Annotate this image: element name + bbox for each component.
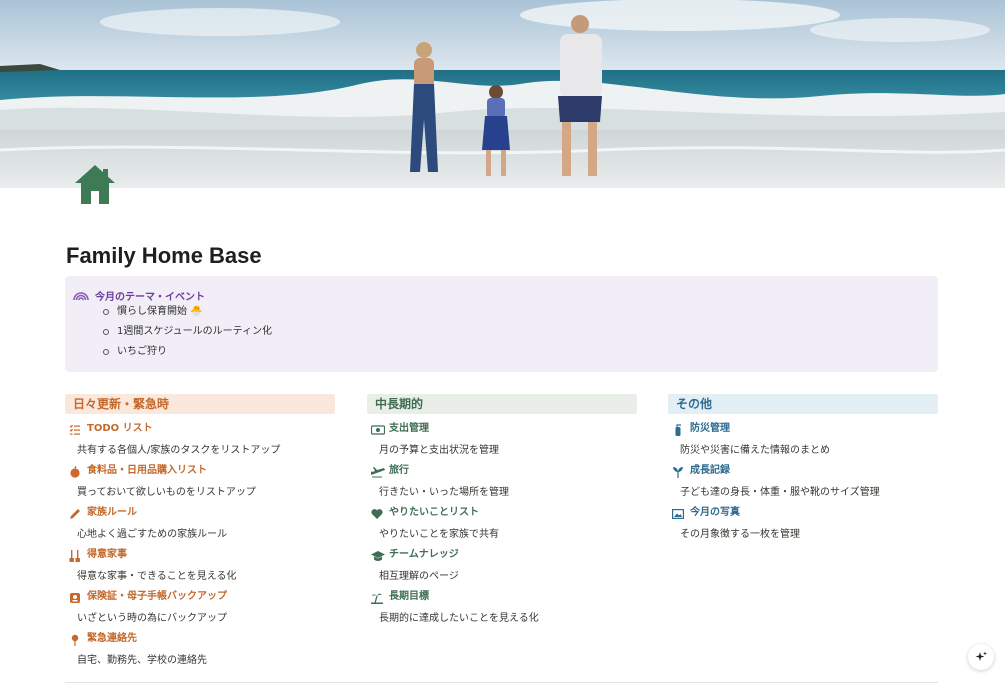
item-description: 共有する各個人/家族のタスクをリストアップ [77,445,281,456]
page-link-todo[interactable]: TODO リスト [69,419,153,435]
item-description: 子ども達の身長・体重・服や靴のサイズ管理 [680,487,880,498]
page-link-label: 得意家事 [87,549,127,560]
checklist-icon [69,421,81,435]
page-link-label: 緊急連絡先 [87,633,137,644]
page-link-chores[interactable]: 得意家事 [69,545,127,562]
page-link-expenses[interactable]: 支出管理 [370,419,429,435]
page-link-label: 今月の写真 [690,507,740,518]
page-link-team-knowledge[interactable]: チームナレッジ [371,545,459,561]
item-description: 買っておいて欲しいものをリストアップ [77,487,256,498]
page-link-label: 家族ルール [87,507,137,518]
column-heading: その他 [668,394,938,414]
item-description: 行きたい・いった場所を管理 [379,487,509,498]
page-link-growth-record[interactable]: 成長記録 [672,461,730,478]
page-link-long-term-goals[interactable]: 長期目標 [371,587,429,604]
item-description: 得意な家事・できることを見える化 [77,571,237,582]
page-link-label: 旅行 [389,465,409,476]
photo-icon [672,505,685,519]
broom-icon [69,547,81,562]
rainbow-icon [73,286,89,305]
list-item: 成長記録 子ども達の身長・体重・服や靴のサイズ管理 [668,456,938,498]
graduation-cap-icon [371,547,385,561]
theme-callout: 今月のテーマ・イベント 慣らし保育開始 🐣 1週間スケジュールのルーティン化 い… [65,276,938,372]
page-link-label: 保険証・母子手帳バックアップ [87,591,227,602]
page-link-insurance-backup[interactable]: 保険証・母子手帳バックアップ [69,587,227,603]
apple-icon [69,463,81,478]
id-badge-icon [69,589,81,603]
page-title[interactable]: Family Home Base [66,240,262,272]
column-daily: 日々更新・緊急時 TODO リスト 共有する各個人/家族のタスクをリストアップ … [65,394,335,666]
page-link-emergency-contacts[interactable]: 緊急連絡先 [69,629,137,646]
list-item: 支出管理 月の予算と支出状況を管理 [367,414,637,456]
item-description: 月の予算と支出状況を管理 [379,445,499,456]
item-description: 長期的に達成したいことを見える化 [379,613,539,624]
item-description: 相互理解のページ [379,571,459,582]
heart-icon [371,505,383,519]
column-heading: 中長期的 [367,394,637,414]
item-description: いざという時の為にバックアップ [77,613,227,624]
item-description: 自宅、勤務先、学校の連絡先 [77,655,207,666]
page-link-monthly-photo[interactable]: 今月の写真 [672,503,740,519]
callout-item: いちご狩り [103,345,272,365]
sprout-icon [672,463,684,478]
item-description: その月象徴する一枚を管理 [680,529,800,540]
pin-icon [69,631,81,646]
ai-assistant-button[interactable] [968,644,994,670]
list-item: 得意家事 得意な家事・できることを見える化 [65,540,335,582]
island-icon [371,589,383,604]
callout-item: 1週間スケジュールのルーティン化 [103,325,272,345]
page-link-groceries[interactable]: 食料品・日用品購入リスト [69,461,207,478]
list-item: やりたいことリスト やりたいことを家族で共有 [367,498,637,540]
airplane-icon [371,463,385,477]
page-link-disaster-prep[interactable]: 防災管理 [672,419,730,436]
sparkle-icon [975,648,987,667]
list-item: 保険証・母子手帳バックアップ いざという時の為にバックアップ [65,582,335,624]
cover-image[interactable] [0,0,1005,188]
list-item: チームナレッジ 相互理解のページ [367,540,637,582]
list-item: 防災管理 防災や災害に備えた情報のまとめ [668,414,938,456]
page-link-label: 食料品・日用品購入リスト [87,465,207,476]
page-link-label: 長期目標 [389,591,429,602]
column-other: その他 防災管理 防災や災害に備えた情報のまとめ 成長記録 子ども達の身長・体重… [668,394,938,540]
list-item: 旅行 行きたい・いった場所を管理 [367,456,637,498]
page-link-family-rules[interactable]: 家族ルール [69,503,137,519]
page-link-label: チームナレッジ [389,549,459,560]
item-description: やりたいことを家族で共有 [379,529,499,540]
pencil-icon [69,505,81,519]
callout-list: 慣らし保育開始 🐣 1週間スケジュールのルーティン化 いちご狩り [103,305,272,365]
page-link-label: 成長記録 [690,465,730,476]
item-description: 心地よく過ごすための家族ルール [77,529,228,540]
page-link-label: 支出管理 [389,423,429,434]
callout-item: 慣らし保育開始 🐣 [103,305,272,325]
house-icon[interactable] [72,162,118,208]
page-link-label: 防災管理 [690,423,730,434]
list-item: 緊急連絡先 自宅、勤務先、学校の連絡先 [65,624,335,666]
page-link-label: やりたいことリスト [389,507,479,518]
column-long-term: 中長期的 支出管理 月の予算と支出状況を管理 旅行 行きたい・いった場所を管理 … [367,394,637,624]
page-link-bucket-list[interactable]: やりたいことリスト [371,503,479,519]
list-item: 食料品・日用品購入リスト 買っておいて欲しいものをリストアップ [65,456,335,498]
item-description: 防災や災害に備えた情報のまとめ [680,445,830,456]
money-icon [370,421,386,435]
divider [65,682,938,683]
list-item: TODO リスト 共有する各個人/家族のタスクをリストアップ [65,414,335,456]
list-item: 今月の写真 その月象徴する一枚を管理 [668,498,938,540]
page-link-label: TODO リスト [87,423,153,434]
callout-title: 今月のテーマ・イベント [95,292,205,303]
list-item: 家族ルール 心地よく過ごすための家族ルール [65,498,335,540]
extinguisher-icon [672,421,684,436]
list-item: 長期目標 長期的に達成したいことを見える化 [367,582,637,624]
column-heading: 日々更新・緊急時 [65,394,335,414]
page-link-travel[interactable]: 旅行 [371,461,409,477]
